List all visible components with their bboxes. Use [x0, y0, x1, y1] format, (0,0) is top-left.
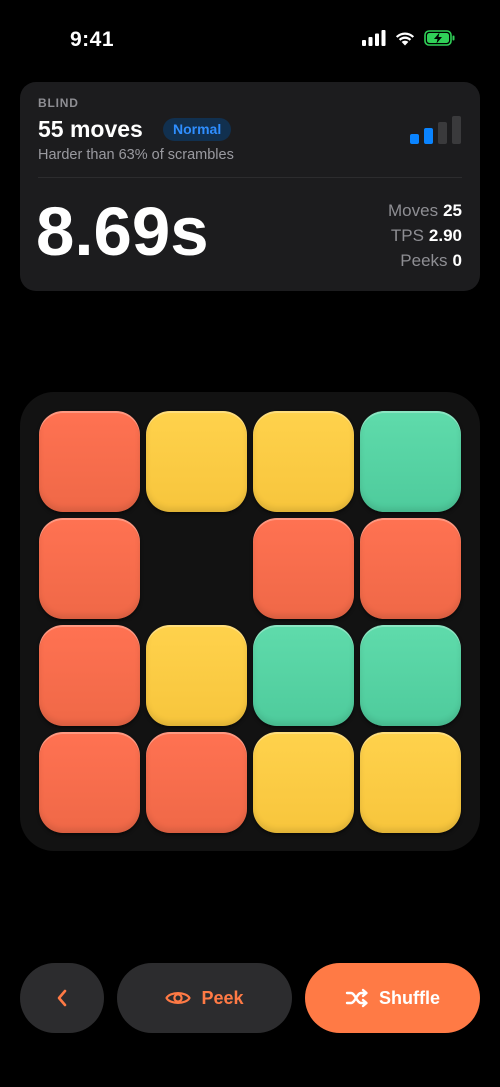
tile-yellow[interactable] — [253, 411, 354, 512]
tile-green[interactable] — [360, 411, 461, 512]
tile-green[interactable] — [360, 625, 461, 726]
empty-slot — [146, 518, 247, 619]
scramble-moves-title: 55 moves — [38, 116, 143, 142]
shuffle-icon — [345, 988, 369, 1008]
status-bar: 9:41 — [0, 0, 500, 80]
card-divider — [38, 177, 462, 178]
tile-red[interactable] — [39, 732, 140, 833]
solve-time: 8.69s — [36, 193, 209, 270]
stat-moves-value: 25 — [443, 201, 462, 220]
side-stats: Moves 25 TPS 2.90 Peeks 0 — [388, 198, 462, 273]
cellular-signal-icon — [362, 30, 386, 46]
status-icons — [362, 30, 456, 46]
peek-button[interactable]: Peek — [117, 963, 292, 1033]
shuffle-button[interactable]: Shuffle — [305, 963, 480, 1033]
tile-yellow[interactable] — [360, 732, 461, 833]
puzzle-board — [20, 392, 480, 851]
stat-tps: TPS 2.90 — [388, 223, 462, 248]
chevron-left-icon — [55, 988, 69, 1008]
tile-red[interactable] — [253, 518, 354, 619]
shuffle-label: Shuffle — [379, 987, 440, 1008]
stat-moves: Moves 25 — [388, 198, 462, 223]
wifi-icon — [394, 30, 416, 46]
stat-peeks-value: 0 — [452, 251, 462, 270]
tile-red[interactable] — [360, 518, 461, 619]
back-button[interactable] — [20, 963, 104, 1033]
tile-yellow[interactable] — [146, 625, 247, 726]
peek-label: Peek — [201, 987, 244, 1008]
stat-moves-label: Moves — [388, 201, 439, 220]
tile-green[interactable] — [253, 625, 354, 726]
difficulty-subtitle: Harder than 63% of scrambles — [38, 147, 234, 163]
difficulty-bars-icon — [410, 116, 461, 144]
stat-peeks: Peeks 0 — [388, 248, 462, 273]
tile-yellow[interactable] — [253, 732, 354, 833]
tile-yellow[interactable] — [146, 411, 247, 512]
tile-red[interactable] — [39, 411, 140, 512]
battery-charging-icon — [424, 30, 456, 46]
stat-tps-value: 2.90 — [428, 226, 462, 245]
status-time: 9:41 — [70, 28, 115, 51]
stat-tps-label: TPS — [390, 226, 424, 245]
mode-label: BLIND — [38, 96, 79, 110]
tile-red[interactable] — [39, 518, 140, 619]
difficulty-badge: Normal — [163, 118, 232, 141]
stats-card: BLIND 55 moves Normal Harder than 63% of… — [20, 82, 480, 291]
tile-red[interactable] — [39, 625, 140, 726]
eye-icon — [165, 989, 192, 1007]
stat-peeks-label: Peeks — [400, 251, 448, 270]
tile-red[interactable] — [146, 732, 247, 833]
